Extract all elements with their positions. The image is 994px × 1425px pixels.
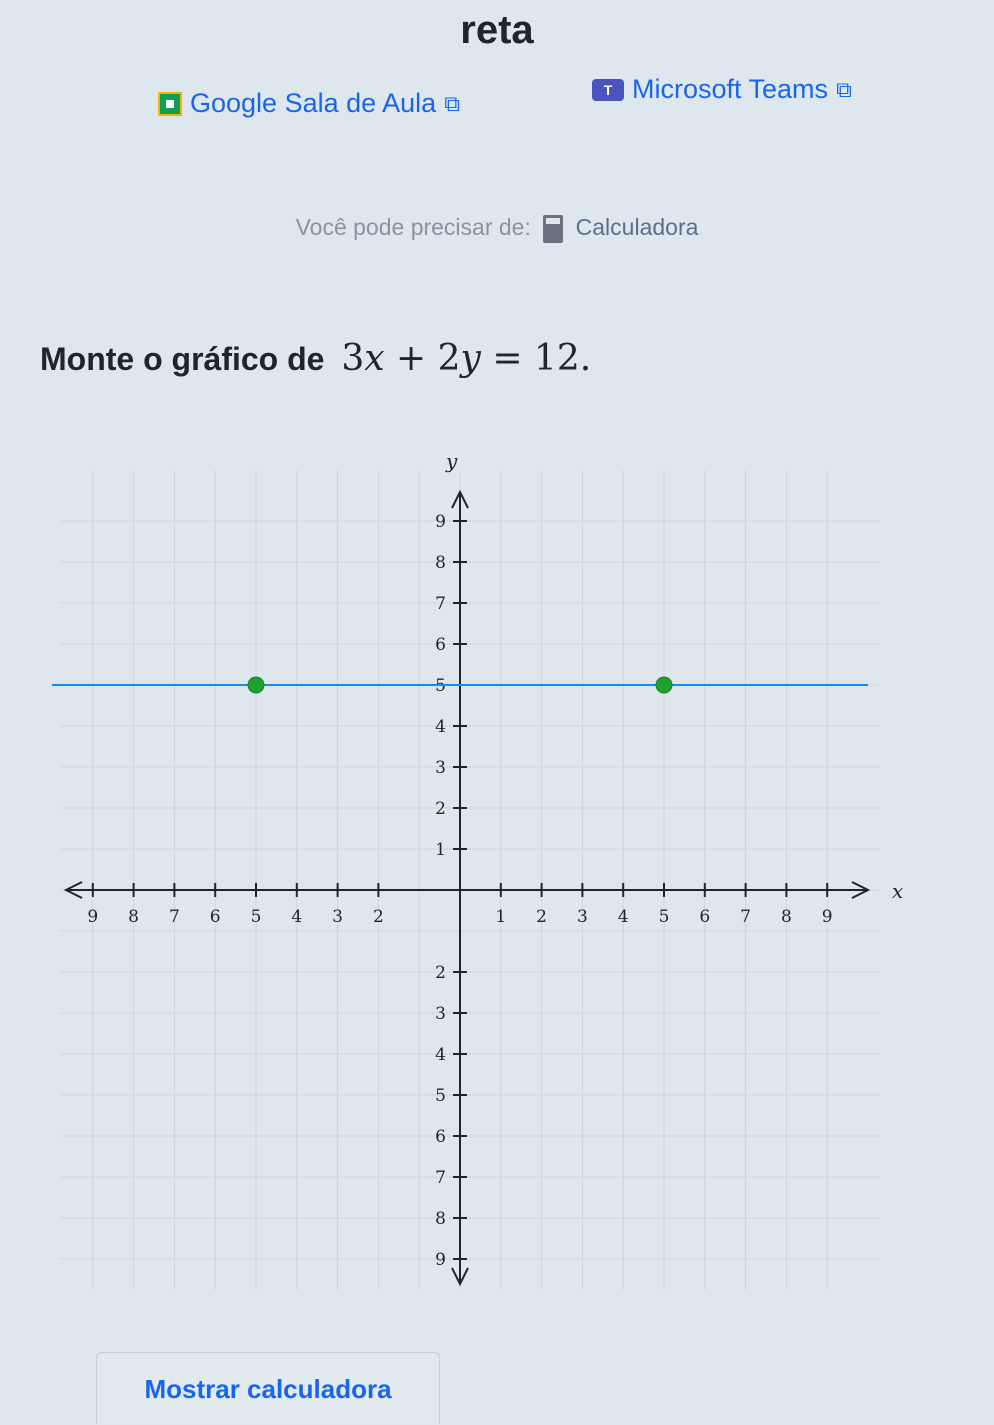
- y-tick-label: 2: [435, 799, 446, 819]
- y-tick-label: 8: [435, 553, 446, 573]
- x-tick-label: 7: [169, 907, 180, 927]
- tools-hint: Você pode precisar de: Calculadora: [0, 214, 994, 243]
- external-link-icon: ⧉: [836, 76, 852, 102]
- y-tick-label: 1: [435, 840, 446, 860]
- calculator-icon: [543, 214, 564, 243]
- x-tick-label: 4: [291, 907, 302, 927]
- equation-var-y: y: [460, 338, 481, 379]
- x-tick-label: 8: [128, 907, 139, 927]
- equation-var-x: x: [364, 338, 385, 379]
- calculator-link[interactable]: Calculadora: [576, 214, 699, 240]
- google-classroom-link[interactable]: Google Sala de Aula ⧉: [158, 88, 460, 119]
- draggable-point[interactable]: [655, 676, 673, 694]
- question-text: Monte o gráfico de: [40, 341, 325, 377]
- y-tick-label: 7: [435, 594, 446, 614]
- google-classroom-label: Google Sala de Aula: [190, 88, 437, 118]
- x-tick-label: 4: [618, 907, 629, 927]
- page-title: reta: [460, 8, 534, 52]
- y-tick-label: 3: [435, 758, 446, 778]
- x-tick-label: 9: [87, 907, 98, 927]
- y-tick-label: 7: [435, 1168, 446, 1188]
- equation-rhs: = 12.: [480, 338, 592, 379]
- y-tick-label: 3: [435, 1004, 446, 1024]
- x-tick-label: 2: [373, 907, 384, 927]
- y-tick-label: 5: [435, 1086, 446, 1106]
- microsoft-teams-icon: T: [592, 78, 624, 101]
- x-tick-label: 9: [822, 907, 833, 927]
- x-tick-label: 5: [659, 907, 670, 927]
- equation-coef-x: 3: [341, 338, 365, 379]
- y-tick-label: 4: [435, 1045, 446, 1065]
- x-tick-label: 1: [495, 907, 506, 927]
- x-tick-label: 7: [740, 907, 751, 927]
- y-tick-label: 9: [435, 512, 446, 532]
- google-classroom-icon: [158, 91, 182, 116]
- equation: 3x + 2y = 12.: [341, 338, 591, 379]
- tools-prefix: Você pode precisar de:: [295, 214, 531, 240]
- x-tick-label: 5: [251, 907, 262, 927]
- equation-coef-y: + 2: [384, 338, 461, 379]
- y-tick-label: 4: [435, 717, 446, 737]
- draggable-point[interactable]: [247, 676, 265, 694]
- x-tick-label: 3: [577, 907, 588, 927]
- x-tick-label: 3: [332, 907, 343, 927]
- x-tick-label: 8: [781, 907, 792, 927]
- x-tick-label: 2: [536, 907, 547, 927]
- y-tick-label: 9: [435, 1250, 446, 1270]
- coordinate-plane[interactable]: xy9876543212345678912345678923456789: [30, 430, 910, 1310]
- x-tick-label: 6: [699, 907, 710, 927]
- microsoft-teams-label: Microsoft Teams: [632, 74, 829, 104]
- y-axis-label: y: [445, 449, 458, 473]
- y-tick-label: 2: [435, 963, 446, 983]
- microsoft-teams-link[interactable]: T Microsoft Teams ⧉: [592, 74, 852, 105]
- y-tick-label: 6: [435, 635, 446, 655]
- y-tick-label: 6: [435, 1127, 446, 1147]
- show-calculator-button[interactable]: Mostrar calculadora: [96, 1352, 440, 1424]
- y-tick-label: 8: [435, 1209, 446, 1229]
- x-axis-label: x: [892, 879, 903, 903]
- question-prompt: Monte o gráfico de 3x + 2y = 12.: [40, 338, 591, 379]
- external-link-icon: ⧉: [444, 90, 460, 116]
- x-tick-label: 6: [210, 907, 221, 927]
